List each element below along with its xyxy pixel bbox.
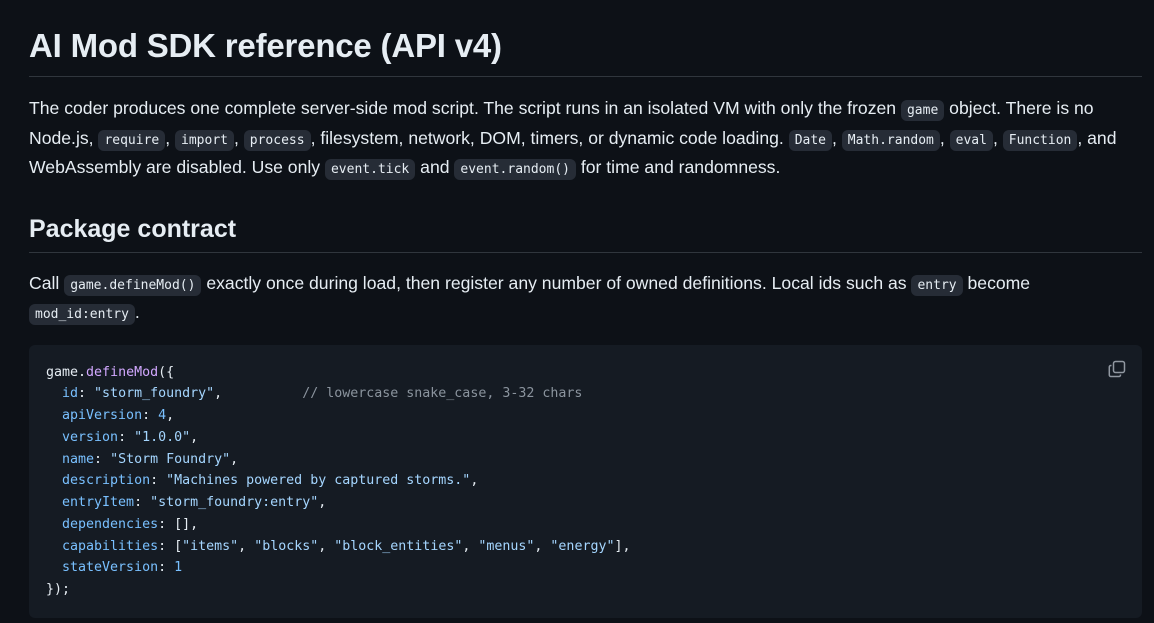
copy-button[interactable]: [1107, 359, 1127, 379]
intro-text: ,: [233, 127, 244, 148]
section-paragraph: Call game.defineMod() exactly once durin…: [29, 270, 1142, 329]
inline-code: Function: [1002, 129, 1078, 151]
inline-code: event.tick: [324, 159, 416, 180]
inline-code: process: [243, 129, 311, 151]
inline-code: import: [175, 129, 234, 151]
section-text: exactly once during load, then register …: [201, 272, 912, 293]
inline-code: eval: [949, 129, 993, 151]
code-content: game.defineMod({ id: "storm_foundry", //…: [46, 364, 631, 598]
section-heading: Package contract: [29, 214, 237, 243]
inline-code: Date: [788, 129, 832, 151]
code-block[interactable]: game.defineMod({ id: "storm_foundry", //…: [29, 344, 1142, 618]
intro-text: The coder produces one complete server-s…: [29, 98, 901, 118]
intro-text: , filesystem, network, DOM, timers, or d…: [310, 127, 789, 148]
inline-code: game: [900, 100, 945, 121]
intro-text: and: [415, 157, 455, 177]
code-comment: // lowercase snake_case, 3-32 chars: [302, 386, 583, 402]
inline-code: mod_id:entry: [29, 304, 135, 325]
section-text: become: [962, 272, 1031, 293]
intro-text: for time and randomness.: [575, 157, 781, 177]
intro-text: ,: [165, 127, 176, 148]
inline-code: event.random(): [454, 159, 576, 180]
inline-code: require: [98, 129, 166, 151]
document: AI Mod SDK reference (API v4) The coder …: [29, 0, 1142, 618]
intro-paragraph: The coder produces one complete server-s…: [29, 95, 1142, 184]
inline-code: game.defineMod(): [64, 274, 202, 296]
inline-code: entry: [911, 274, 963, 296]
page-title: AI Mod SDK reference (API v4): [29, 27, 502, 64]
section-text: Call: [29, 272, 65, 293]
intro-text: ,: [992, 127, 1003, 148]
intro-text: ,: [832, 127, 842, 148]
section-text: .: [134, 302, 140, 322]
inline-code: Math.random: [841, 129, 940, 151]
section-divider: [29, 251, 1142, 253]
copy-icon: [1108, 360, 1126, 377]
title-divider: [29, 76, 1142, 77]
intro-text: ,: [939, 127, 950, 148]
